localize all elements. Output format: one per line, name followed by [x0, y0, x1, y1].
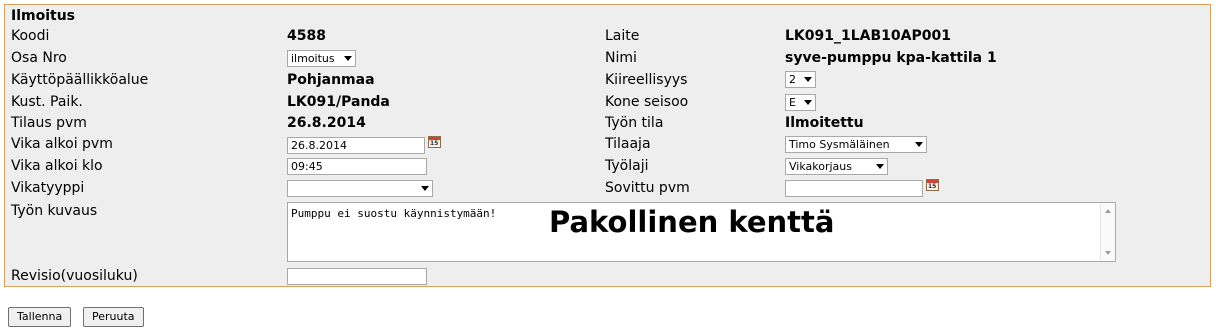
chevron-down-icon	[804, 77, 812, 82]
vika-alkoi-pvm-label: Vika alkoi pvm	[11, 136, 113, 152]
cancel-button[interactable]: Peruuta	[83, 307, 144, 327]
sovittu-pvm-label: Sovittu pvm	[605, 180, 690, 196]
tyon-tila-value: Ilmoitettu	[785, 115, 864, 131]
tyon-kuvaus-label: Työn kuvaus	[11, 203, 98, 219]
notification-form-panel: Ilmoitus Koodi Osa Nro Käyttöpäällikköal…	[4, 4, 1211, 287]
tyolaji-select[interactable]: Vikakorjaus	[785, 158, 888, 175]
osa-nro-selected: ilmoitus	[291, 52, 335, 65]
tilaus-pvm-label: Tilaus pvm	[11, 115, 87, 131]
kiireellisyys-selected: 2	[789, 73, 796, 86]
save-button[interactable]: Tallenna	[8, 307, 72, 327]
vika-alkoi-klo-input[interactable]: 09:45	[287, 158, 427, 175]
laite-value: LK091_1LAB10AP001	[785, 28, 951, 44]
tilaaja-label: Tilaaja	[605, 136, 651, 152]
kust-paik-label: Kust. Paik.	[11, 94, 83, 110]
calendar-icon[interactable]: 15	[926, 179, 939, 191]
chevron-down-icon	[344, 56, 352, 61]
osa-nro-select[interactable]: ilmoitus	[287, 50, 356, 67]
chevron-down-icon	[421, 186, 429, 191]
calendar-icon-day: 15	[928, 183, 937, 190]
tyolaji-label: Työlaji	[605, 158, 649, 174]
form-title: Ilmoitus	[11, 8, 76, 24]
osa-nro-label: Osa Nro	[11, 50, 67, 66]
nimi-value: syve-pumppu kpa-kattila 1	[785, 50, 997, 66]
calendar-icon[interactable]: 15	[428, 136, 441, 148]
revisio-label: Revisio(vuosiluku)	[11, 268, 138, 284]
tyon-tila-label: Työn tila	[605, 115, 664, 131]
vika-alkoi-klo-label: Vika alkoi klo	[11, 158, 103, 174]
kone-seisoo-selected: E	[789, 96, 796, 109]
kone-seisoo-select[interactable]: E	[785, 94, 816, 111]
vikatyyppi-select[interactable]	[287, 180, 433, 197]
chevron-down-icon	[804, 100, 812, 105]
nimi-label: Nimi	[605, 50, 637, 66]
scroll-down-icon[interactable]	[1105, 251, 1111, 255]
scroll-up-icon[interactable]	[1105, 209, 1111, 213]
chevron-down-icon	[876, 164, 884, 169]
calendar-icon-day: 15	[430, 140, 439, 147]
tilaus-pvm-value: 26.8.2014	[287, 115, 366, 131]
tyolaji-selected: Vikakorjaus	[789, 160, 852, 173]
sovittu-pvm-input[interactable]	[785, 180, 923, 197]
kiireellisyys-label: Kiireellisyys	[605, 72, 688, 88]
kone-seisoo-label: Kone seisoo	[605, 94, 689, 110]
koodi-label: Koodi	[11, 28, 50, 44]
vikatyyppi-label: Vikatyyppi	[11, 180, 85, 196]
textarea-scrollbar[interactable]	[1100, 203, 1115, 261]
vika-alkoi-pvm-input[interactable]: 26.8.2014	[287, 137, 425, 154]
kayttopaallikkoalue-label: Käyttöpäällikköalue	[11, 72, 149, 88]
koodi-value: 4588	[287, 28, 326, 44]
tilaaja-select[interactable]: Timo Sysmäläinen	[785, 136, 927, 153]
mandatory-field-annotation: Pakollinen kenttä	[549, 205, 835, 239]
kust-paik-value: LK091/Panda	[287, 94, 390, 110]
chevron-down-icon	[915, 142, 923, 147]
kiireellisyys-select[interactable]: 2	[785, 71, 816, 88]
kayttopaallikkoalue-value: Pohjanmaa	[287, 72, 375, 88]
laite-label: Laite	[605, 28, 640, 44]
revisio-input[interactable]	[287, 268, 427, 285]
tilaaja-selected: Timo Sysmäläinen	[789, 138, 890, 151]
tyon-kuvaus-text: Pumppu ei suostu käynnistymään!	[291, 207, 497, 220]
